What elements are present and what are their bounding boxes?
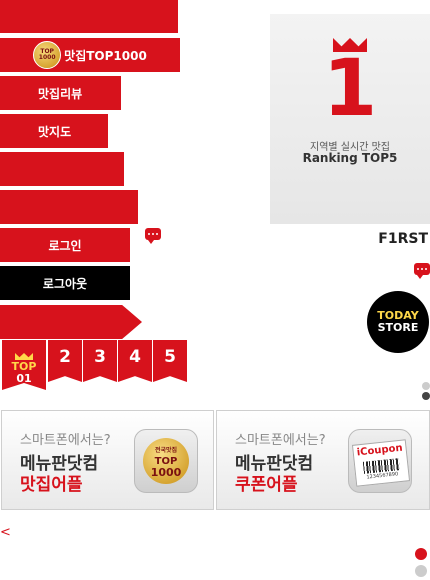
- menu-item-top1000[interactable]: TOP 1000 맛집TOP1000: [0, 38, 180, 72]
- rank-tab-4-label: 4: [129, 347, 141, 367]
- login-button[interactable]: 로그인: [0, 228, 130, 262]
- ranking-panel[interactable]: 1 지역별 실시간 맛집 Ranking TOP5: [270, 14, 430, 224]
- menu-bar-top[interactable]: [0, 0, 178, 33]
- chat-icon: [414, 263, 430, 279]
- restaurant-app-icon: 전국맛집 TOP 1000: [134, 429, 198, 493]
- app-banner-coupon[interactable]: 스마트폰에서는? 메뉴판닷컴 쿠폰어플 iCoupon 1234567890: [216, 410, 430, 510]
- gold-medal-icon: 전국맛집 TOP 1000: [143, 438, 189, 484]
- menu-item-map[interactable]: 맛지도: [0, 114, 108, 148]
- pager-dot-active[interactable]: [422, 392, 430, 400]
- medal-num-text: 1000: [150, 465, 182, 479]
- rank-tab-1-num: 01: [16, 372, 32, 385]
- crown-icon: [15, 353, 33, 360]
- banner-1-line3: 맛집어플: [20, 475, 83, 495]
- coupon-ticket-icon: iCoupon 1234567890: [351, 439, 411, 487]
- brand-logo: F1RST: [378, 231, 428, 247]
- rank-tab-5-label: 5: [164, 347, 176, 367]
- top1000-badge-icon: TOP 1000: [33, 41, 62, 69]
- coupon-app-icon: iCoupon 1234567890: [348, 429, 412, 493]
- menu-bar-empty-2[interactable]: [0, 190, 138, 224]
- logout-button[interactable]: 로그아웃: [0, 266, 130, 300]
- slide-dot[interactable]: [415, 565, 427, 577]
- logout-label: 로그아웃: [42, 276, 88, 291]
- arrow-bar[interactable]: [0, 305, 142, 339]
- banner-2-line3: 쿠폰어플: [235, 475, 298, 495]
- slide-dot-active[interactable]: [415, 548, 427, 560]
- menu-bar-empty-1[interactable]: [0, 152, 124, 186]
- menu-item-review[interactable]: 맛집리뷰: [0, 76, 121, 110]
- rank-tab-3-label: 3: [94, 347, 106, 367]
- pager-dot[interactable]: [422, 382, 430, 390]
- ranking-title: Ranking TOP5: [302, 151, 398, 165]
- menu-label-map: 맛지도: [38, 124, 72, 139]
- menu-label-top1000: 맛집TOP1000: [64, 48, 147, 63]
- rank-tab-2-label: 2: [59, 347, 71, 367]
- menu-label-review: 맛집리뷰: [38, 86, 83, 101]
- banner-1-line1: 스마트폰에서는?: [20, 433, 111, 448]
- rank-number: 1: [322, 44, 378, 134]
- rank-tab-2[interactable]: 2: [48, 340, 82, 382]
- store-label: STORE: [377, 321, 419, 334]
- app-banner-restaurant[interactable]: 스마트폰에서는? 메뉴판닷컴 맛집어플 전국맛집 TOP 1000: [1, 410, 214, 510]
- coupon-label: iCoupon: [356, 442, 404, 459]
- medal-top-text: 전국맛집: [154, 446, 178, 454]
- login-label: 로그인: [48, 238, 82, 253]
- medal-main-text: TOP: [154, 455, 178, 467]
- rank-tab-3[interactable]: 3: [83, 340, 117, 382]
- rank-tab-5[interactable]: 5: [153, 340, 187, 382]
- chat-icon: [145, 228, 161, 244]
- prev-arrow[interactable]: <: [0, 525, 11, 540]
- banner-2-line1: 스마트폰에서는?: [235, 433, 326, 448]
- today-store-button[interactable]: TODAY STORE: [367, 291, 429, 353]
- badge-num-text: 1000: [38, 54, 56, 61]
- rank-tab-4[interactable]: 4: [118, 340, 152, 382]
- rank-tab-1[interactable]: TOP 01: [2, 340, 46, 390]
